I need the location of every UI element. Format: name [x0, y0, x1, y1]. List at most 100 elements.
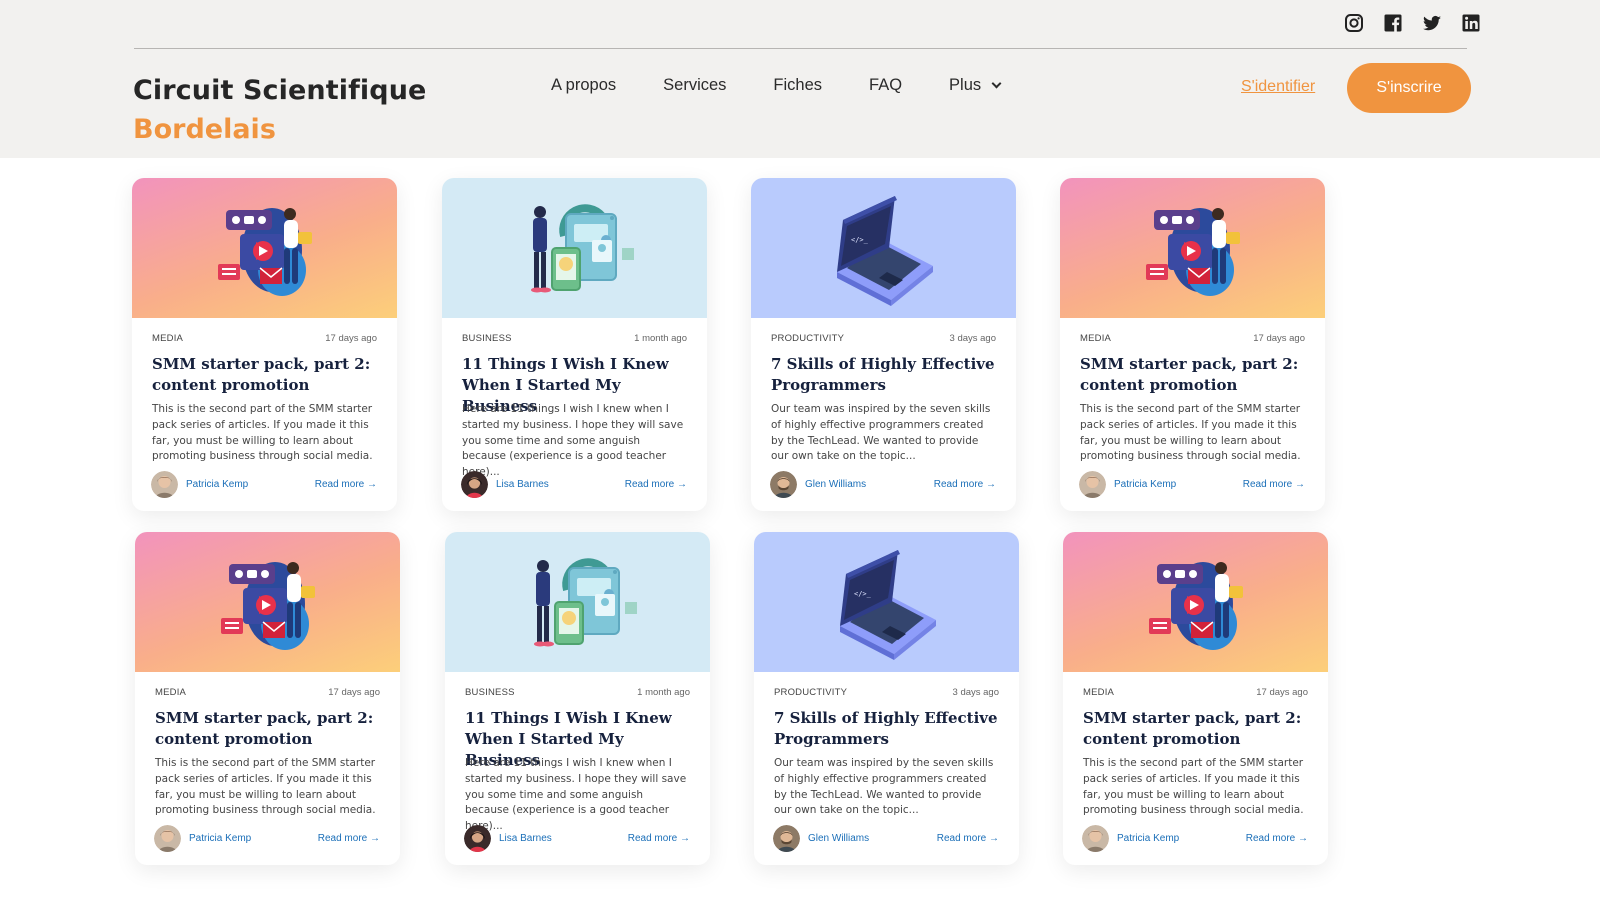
- post-author[interactable]: Patricia Kemp: [154, 825, 251, 852]
- nav-item-faq[interactable]: FAQ: [869, 76, 902, 95]
- nav-item-services[interactable]: Services: [663, 76, 726, 95]
- nav-item-fiches[interactable]: Fiches: [773, 76, 822, 95]
- post-category: MEDIA: [152, 333, 184, 344]
- avatar: [464, 825, 491, 852]
- post-title[interactable]: SMM starter pack, part 2: content promot…: [1080, 354, 1305, 396]
- main-nav: A propos Services Fiches FAQ Plus: [551, 76, 1002, 95]
- post-author[interactable]: Patricia Kemp: [1079, 471, 1176, 498]
- read-more-link[interactable]: Read more →: [937, 833, 999, 844]
- post-category: MEDIA: [1083, 687, 1115, 698]
- read-more-link[interactable]: Read more →: [625, 479, 687, 490]
- avatar: [154, 825, 181, 852]
- post-author[interactable]: Glen Williams: [773, 825, 869, 852]
- avatar: [1082, 825, 1109, 852]
- post-description: This is the second part of the SMM start…: [1083, 757, 1304, 817]
- read-more-link[interactable]: Read more →: [1246, 833, 1308, 844]
- post-card[interactable]: </>_ PRODUCTIVITY 3 days ago 7 Skills of…: [754, 532, 1019, 865]
- post-meta: PRODUCTIVITY 3 days ago: [774, 687, 999, 698]
- post-author[interactable]: Patricia Kemp: [151, 471, 248, 498]
- linkedin-icon[interactable]: [1461, 13, 1481, 33]
- nav-plus-label: Plus: [949, 76, 982, 94]
- author-name: Lisa Barnes: [499, 833, 552, 844]
- post-title[interactable]: SMM starter pack, part 2: content promot…: [152, 354, 377, 396]
- facebook-icon[interactable]: [1383, 13, 1403, 33]
- read-more-link[interactable]: Read more →: [628, 833, 690, 844]
- post-meta: BUSINESS 1 month ago: [462, 333, 687, 344]
- social-links: [1344, 13, 1481, 33]
- author-name: Glen Williams: [805, 479, 867, 490]
- post-title[interactable]: 7 Skills of Highly Effective Programmers: [774, 708, 999, 750]
- nav-item-plus[interactable]: Plus: [949, 76, 1002, 95]
- post-thumbnail-illustration[interactable]: [135, 532, 400, 672]
- post-title[interactable]: SMM starter pack, part 2: content promot…: [155, 708, 380, 750]
- post-title[interactable]: 11 Things I Wish I Knew When I Started M…: [462, 354, 687, 415]
- nav-item-a-propos[interactable]: A propos: [551, 76, 616, 95]
- read-more-link[interactable]: Read more →: [934, 479, 996, 490]
- post-time: 3 days ago: [949, 333, 996, 344]
- post-footer: Lisa Barnes Read more →: [464, 825, 690, 852]
- post-title[interactable]: SMM starter pack, part 2: content promot…: [1083, 708, 1308, 750]
- read-more-link[interactable]: Read more →: [318, 833, 380, 844]
- author-name: Patricia Kemp: [1114, 479, 1177, 490]
- read-more-link[interactable]: Read more →: [315, 479, 377, 490]
- post-card[interactable]: MEDIA 17 days ago SMM starter pack, part…: [1060, 178, 1325, 511]
- author-name: Lisa Barnes: [496, 479, 549, 490]
- post-footer: Glen Williams Read more →: [770, 471, 996, 498]
- post-card[interactable]: BUSINESS 1 month ago 11 Things I Wish I …: [445, 532, 710, 865]
- post-category: PRODUCTIVITY: [771, 333, 845, 344]
- author-name: Patricia Kemp: [1117, 833, 1180, 844]
- site-logo[interactable]: Circuit Scientifique Bordelais: [133, 72, 426, 150]
- post-category: BUSINESS: [462, 333, 512, 344]
- signup-button[interactable]: S'inscrire: [1347, 63, 1471, 113]
- post-title[interactable]: 11 Things I Wish I Knew When I Started M…: [465, 708, 690, 769]
- post-time: 17 days ago: [328, 687, 380, 698]
- twitter-icon[interactable]: [1422, 13, 1442, 33]
- post-meta: MEDIA 17 days ago: [152, 333, 377, 344]
- avatar: [151, 471, 178, 498]
- post-thumbnail-illustration[interactable]: [442, 178, 707, 318]
- post-time: 1 month ago: [634, 333, 687, 344]
- logo-line-2: Bordelais: [133, 114, 276, 145]
- header-divider: [134, 48, 1467, 49]
- post-description: Here are 11 things I wish I knew when I …: [465, 757, 687, 833]
- post-card[interactable]: MEDIA 17 days ago SMM starter pack, part…: [132, 178, 397, 511]
- author-name: Patricia Kemp: [186, 479, 249, 490]
- post-author[interactable]: Lisa Barnes: [461, 471, 549, 498]
- post-time: 17 days ago: [1253, 333, 1305, 344]
- instagram-icon[interactable]: [1344, 13, 1364, 33]
- post-meta: PRODUCTIVITY 3 days ago: [771, 333, 996, 344]
- post-meta: BUSINESS 1 month ago: [465, 687, 690, 698]
- post-description: This is the second part of the SMM start…: [155, 757, 376, 817]
- post-thumbnail-illustration[interactable]: [132, 178, 397, 318]
- signin-link[interactable]: S'identifier: [1241, 78, 1315, 96]
- post-thumbnail-illustration[interactable]: [1063, 532, 1328, 672]
- post-card[interactable]: MEDIA 17 days ago SMM starter pack, part…: [1063, 532, 1328, 865]
- post-thumbnail-illustration[interactable]: </>_: [754, 532, 1019, 672]
- post-category: MEDIA: [155, 687, 187, 698]
- post-time: 17 days ago: [325, 333, 377, 344]
- read-more-link[interactable]: Read more →: [1243, 479, 1305, 490]
- post-card[interactable]: </>_ PRODUCTIVITY 3 days ago 7 Skills of…: [751, 178, 1016, 511]
- logo-line-1: Circuit Scientifique: [133, 75, 427, 106]
- avatar: [1079, 471, 1106, 498]
- post-author[interactable]: Glen Williams: [770, 471, 866, 498]
- post-footer: Lisa Barnes Read more →: [461, 471, 687, 498]
- post-footer: Patricia Kemp Read more →: [151, 471, 377, 498]
- avatar: [773, 825, 800, 852]
- post-category: MEDIA: [1080, 333, 1112, 344]
- post-thumbnail-illustration[interactable]: [1060, 178, 1325, 318]
- post-title[interactable]: 7 Skills of Highly Effective Programmers: [771, 354, 996, 396]
- author-name: Patricia Kemp: [189, 833, 252, 844]
- post-card[interactable]: MEDIA 17 days ago SMM starter pack, part…: [135, 532, 400, 865]
- post-thumbnail-illustration[interactable]: [445, 532, 710, 672]
- post-footer: Patricia Kemp Read more →: [1082, 825, 1308, 852]
- post-description: This is the second part of the SMM start…: [1080, 403, 1301, 463]
- post-card[interactable]: BUSINESS 1 month ago 11 Things I Wish I …: [442, 178, 707, 511]
- post-category: PRODUCTIVITY: [774, 687, 848, 698]
- post-thumbnail-illustration[interactable]: </>_: [751, 178, 1016, 318]
- post-author[interactable]: Lisa Barnes: [464, 825, 552, 852]
- post-meta: MEDIA 17 days ago: [1080, 333, 1305, 344]
- post-description: This is the second part of the SMM start…: [152, 403, 373, 463]
- post-author[interactable]: Patricia Kemp: [1082, 825, 1179, 852]
- post-time: 1 month ago: [637, 687, 690, 698]
